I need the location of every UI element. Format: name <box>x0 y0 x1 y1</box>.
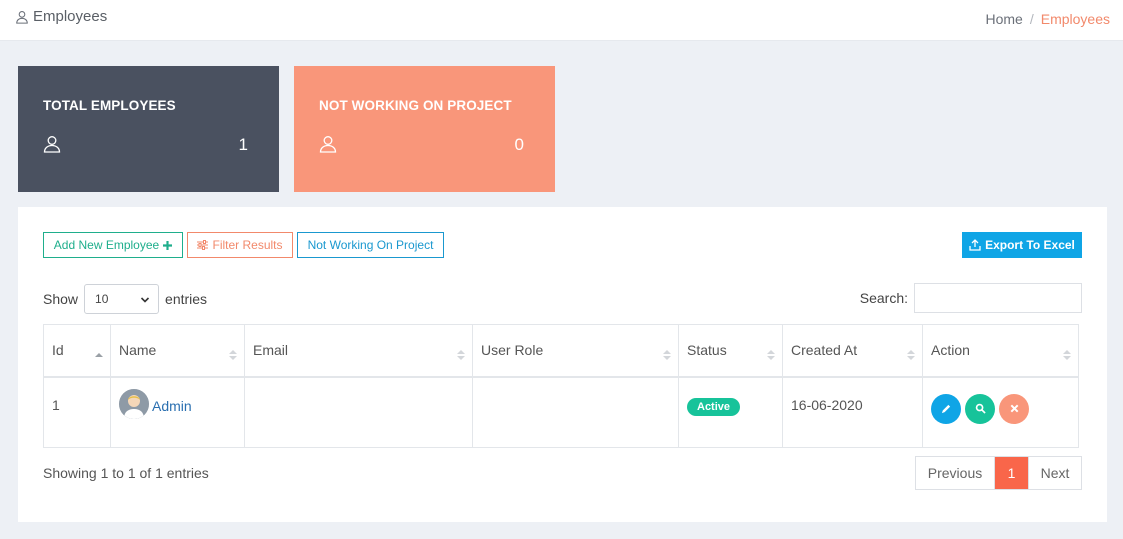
next-page-button[interactable]: Next <box>1028 457 1081 489</box>
table-info: Showing 1 to 1 of 1 entries <box>43 465 209 481</box>
filter-results-label: Filter Results <box>212 238 283 252</box>
avatar <box>119 388 149 419</box>
column-label: Action <box>931 342 970 359</box>
sort-icon <box>907 350 915 360</box>
table-header-row: Id Name Email User Role Status Created A… <box>43 324 1079 378</box>
column-label: Id <box>52 342 64 359</box>
employees-table: Id Name Email User Role Status Created A… <box>43 324 1079 448</box>
search-input[interactable] <box>914 283 1082 313</box>
employee-name-link[interactable]: Admin <box>152 398 192 414</box>
column-header-status[interactable]: Status <box>678 324 783 378</box>
breadcrumb-home[interactable]: Home <box>985 11 1022 27</box>
column-label: Created At <box>791 342 858 359</box>
table-row: 1 Admin Active 16-06-2020 <box>43 376 1079 448</box>
page-size-select[interactable]: 10 <box>84 284 160 314</box>
delete-button[interactable] <box>999 393 1029 424</box>
column-label: Name <box>119 342 157 359</box>
employees-card: Add New Employee Filter Results Not Work… <box>18 207 1107 522</box>
user-icon <box>16 10 28 24</box>
breadcrumb-current: Employees <box>1040 11 1110 27</box>
close-icon <box>1010 404 1018 413</box>
upload-icon <box>969 239 981 251</box>
current-page-button[interactable]: 1 <box>995 457 1028 489</box>
stat-value: 1 <box>238 135 248 154</box>
cell-email <box>244 376 473 448</box>
plus-icon <box>163 240 173 250</box>
page-title: Employees <box>15 8 107 25</box>
show-label: Show <box>43 291 79 307</box>
top-bar: Employees Home / Employees <box>0 0 1123 41</box>
export-to-excel-button[interactable]: Export To Excel <box>962 232 1082 258</box>
cell-name: Admin <box>110 376 245 448</box>
sort-icon <box>229 350 237 360</box>
column-header-created-at[interactable]: Created At <box>782 324 923 378</box>
column-label: User Role <box>481 342 544 359</box>
column-header-email[interactable]: Email <box>244 324 473 378</box>
column-header-name[interactable]: Name <box>110 324 245 378</box>
search-icon <box>975 403 986 414</box>
column-header-id[interactable]: Id <box>43 324 111 378</box>
breadcrumb-separator: / <box>1029 11 1034 27</box>
stat-card-not-working: NOT WORKING ON PROJECT 0 <box>294 66 555 192</box>
sliders-icon <box>197 240 209 250</box>
cell-status: Active <box>678 376 783 448</box>
add-employee-label: Add New Employee <box>53 238 160 252</box>
sort-icon <box>1063 350 1071 360</box>
column-header-user-role[interactable]: User Role <box>472 324 679 378</box>
filter-results-button[interactable]: Filter Results <box>187 232 293 258</box>
breadcrumb: Home / Employees <box>985 11 1110 27</box>
cell-action <box>922 376 1079 448</box>
search-control: Search: <box>860 283 1082 313</box>
column-label: Status <box>687 342 727 359</box>
edit-button[interactable] <box>931 393 961 424</box>
chevron-down-icon <box>140 297 150 303</box>
cell-created-at: 16-06-2020 <box>782 376 923 448</box>
sort-icon <box>457 350 465 360</box>
column-header-action[interactable]: Action <box>922 324 1079 378</box>
pencil-icon <box>941 404 950 414</box>
entries-label: entries <box>165 291 208 307</box>
user-icon <box>319 136 337 153</box>
page-size-value: 10 <box>95 292 109 306</box>
stat-label: TOTAL EMPLOYEES <box>43 98 176 113</box>
stat-label: NOT WORKING ON PROJECT <box>319 98 512 113</box>
stat-value: 0 <box>514 135 524 154</box>
page-size-control: Show 10 entries <box>43 284 207 314</box>
page-title-text: Employees <box>33 8 108 25</box>
user-icon <box>43 136 61 153</box>
search-label: Search: <box>859 290 908 306</box>
column-label: Email <box>253 342 289 359</box>
view-button[interactable] <box>965 393 995 424</box>
sort-asc-icon <box>95 353 103 357</box>
export-label: Export To Excel <box>985 238 1075 252</box>
add-employee-button[interactable]: Add New Employee <box>43 232 183 258</box>
status-badge: Active <box>687 397 741 416</box>
cell-id: 1 <box>43 376 111 448</box>
sort-icon <box>663 350 671 360</box>
sort-icon <box>767 350 775 360</box>
pagination: Previous 1 Next <box>915 456 1082 490</box>
not-working-on-project-button[interactable]: Not Working On Project <box>297 232 444 258</box>
previous-page-button[interactable]: Previous <box>916 457 995 489</box>
cell-user-role <box>472 376 679 448</box>
not-working-label: Not Working On Project <box>307 238 434 252</box>
stat-card-total-employees: TOTAL EMPLOYEES 1 <box>18 66 279 192</box>
